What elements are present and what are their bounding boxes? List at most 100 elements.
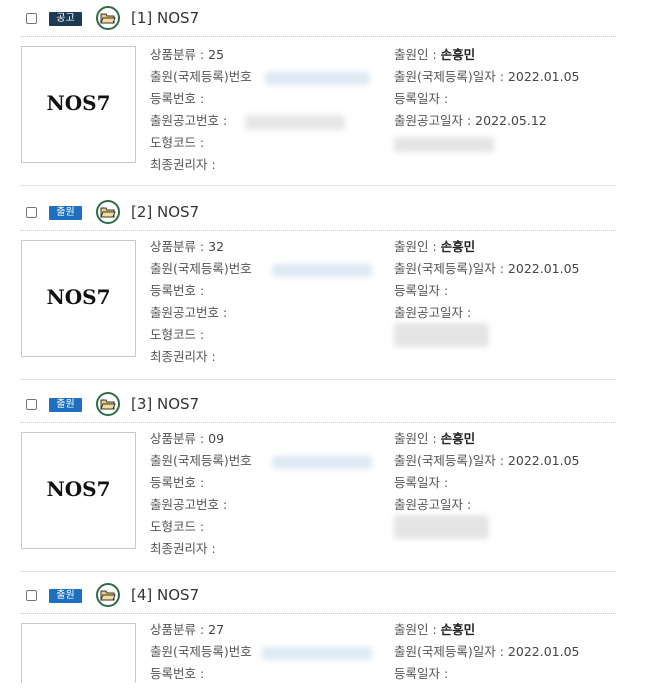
folder-icon[interactable]	[96, 583, 120, 607]
class-value: 25	[208, 47, 225, 62]
divider	[20, 422, 616, 423]
applicant-field: 출원인 : 손흥민	[394, 622, 475, 638]
applicant-label: 출원인 :	[394, 431, 441, 446]
class-label: 상품분류 :	[150, 431, 209, 446]
redacted-app-no	[272, 456, 372, 469]
class-value: 27	[208, 622, 225, 637]
trademark-image[interactable]: NOS7	[21, 240, 136, 357]
applicant-field: 출원인 : 손흥민	[394, 431, 475, 447]
divider	[20, 185, 616, 186]
select-checkbox[interactable]	[26, 399, 37, 410]
result-title-link[interactable]: [1] NOS7	[131, 8, 199, 28]
divider	[20, 230, 616, 231]
design-code-label: 도형코드 :	[150, 519, 205, 534]
result-header: 출원 [2] NOS7	[0, 196, 625, 228]
final-holder-label: 최종권리자 :	[150, 541, 216, 556]
app-no-label: 출원(국제등록)번호	[150, 453, 252, 468]
class-label: 상품분류 :	[150, 239, 209, 254]
class-field: 상품분류 : 25	[150, 47, 224, 63]
status-badge: 공고	[49, 12, 82, 26]
reg-date-label: 등록일자 :	[394, 283, 449, 298]
applicant-value: 손흥민	[440, 622, 476, 637]
app-no-field: 출원(국제등록)번호	[150, 69, 252, 85]
app-no-label: 출원(국제등록)번호	[150, 261, 252, 276]
select-checkbox[interactable]	[26, 207, 37, 218]
reg-no-field: 등록번호 :	[150, 475, 204, 491]
result-title-link[interactable]: [4] NOS7	[131, 585, 199, 605]
status-badge: 출원	[49, 398, 82, 412]
select-checkbox[interactable]	[26, 13, 37, 24]
applicant-field: 출원인 : 손흥민	[394, 47, 475, 63]
applicant-label: 출원인 :	[394, 622, 441, 637]
reg-date-label: 등록일자 :	[394, 91, 449, 106]
applicant-label: 출원인 :	[394, 239, 441, 254]
trademark-image-text: NOS7	[46, 91, 111, 115]
select-checkbox[interactable]	[26, 590, 37, 601]
pub-no-field: 출원공고번호 :	[150, 305, 227, 321]
class-field: 상품분류 : 09	[150, 431, 224, 447]
trademark-image[interactable]	[21, 623, 136, 683]
app-date-label: 출원(국제등록)일자 :	[394, 644, 508, 659]
divider	[20, 571, 616, 572]
reg-date-field: 등록일자 :	[394, 666, 448, 682]
reg-date-label: 등록일자 :	[394, 475, 449, 490]
applicant-value: 손흥민	[440, 431, 476, 446]
reg-no-field: 등록번호 :	[150, 666, 204, 682]
reg-date-field: 등록일자 :	[394, 283, 448, 299]
reg-no-field: 등록번호 :	[150, 91, 204, 107]
class-value: 32	[208, 239, 225, 254]
result-title-link[interactable]: [3] NOS7	[131, 394, 199, 414]
pub-date-field: 출원공고일자 :	[394, 305, 471, 321]
app-date-field: 출원(국제등록)일자 : 2022.01.05	[394, 644, 580, 660]
app-date-value: 2022.01.05	[507, 453, 580, 468]
redacted-extra	[394, 323, 489, 347]
result-title-link[interactable]: [2] NOS7	[131, 202, 199, 222]
trademark-image[interactable]: NOS7	[21, 46, 136, 163]
reg-no-field: 등록번호 :	[150, 283, 204, 299]
reg-no-label: 등록번호 :	[150, 91, 205, 106]
app-no-label: 출원(국제등록)번호	[150, 644, 252, 659]
app-date-value: 2022.01.05	[507, 644, 580, 659]
result-header: 출원 [4] NOS7	[0, 579, 625, 611]
pub-date-value: 2022.05.12	[475, 113, 547, 128]
class-label: 상품분류 :	[150, 47, 209, 62]
status-badge: 출원	[49, 589, 82, 603]
app-date-field: 출원(국제등록)일자 : 2022.01.05	[394, 69, 580, 85]
class-field: 상품분류 : 32	[150, 239, 224, 255]
trademark-image[interactable]: NOS7	[21, 432, 136, 549]
reg-no-label: 등록번호 :	[150, 666, 205, 681]
divider	[20, 379, 616, 380]
app-no-label: 출원(국제등록)번호	[150, 69, 252, 84]
app-date-label: 출원(국제등록)일자 :	[394, 453, 508, 468]
result-item: 출원 [2] NOS7 NOS7 상품분류 : 32 출원(국제등록)번호 등록…	[0, 196, 647, 386]
divider	[20, 613, 616, 614]
design-code-field: 도형코드 :	[150, 135, 204, 151]
trademark-image-text: NOS7	[46, 285, 111, 309]
folder-icon[interactable]	[96, 200, 120, 224]
app-date-value: 2022.01.05	[507, 69, 580, 84]
app-no-field: 출원(국제등록)번호	[150, 261, 252, 277]
pub-date-label: 출원공고일자 :	[394, 497, 472, 512]
result-header: 출원 [3] NOS7	[0, 388, 625, 420]
redacted-extra	[394, 137, 494, 152]
result-item: 공고 [1] NOS7 NOS7 상품분류 : 25 출원(국제등록)번호 등록…	[0, 2, 647, 192]
app-no-field: 출원(국제등록)번호	[150, 453, 252, 469]
applicant-field: 출원인 : 손흥민	[394, 239, 475, 255]
trademark-image-text: NOS7	[46, 477, 111, 501]
folder-icon[interactable]	[96, 6, 120, 30]
redacted-pub-no	[245, 115, 345, 130]
redacted-app-no	[262, 647, 372, 660]
app-no-field: 출원(국제등록)번호	[150, 644, 252, 660]
divider	[20, 36, 616, 37]
pub-date-field: 출원공고일자 :	[394, 497, 471, 513]
applicant-value: 손흥민	[440, 239, 476, 254]
reg-no-label: 등록번호 :	[150, 283, 205, 298]
design-code-label: 도형코드 :	[150, 327, 205, 342]
final-holder-field: 최종권리자 :	[150, 349, 216, 365]
folder-icon[interactable]	[96, 392, 120, 416]
final-holder-label: 최종권리자 :	[150, 157, 216, 172]
final-holder-label: 최종권리자 :	[150, 349, 216, 364]
redacted-app-no	[272, 264, 372, 277]
reg-no-label: 등록번호 :	[150, 475, 205, 490]
final-holder-field: 최종권리자 :	[150, 541, 216, 557]
